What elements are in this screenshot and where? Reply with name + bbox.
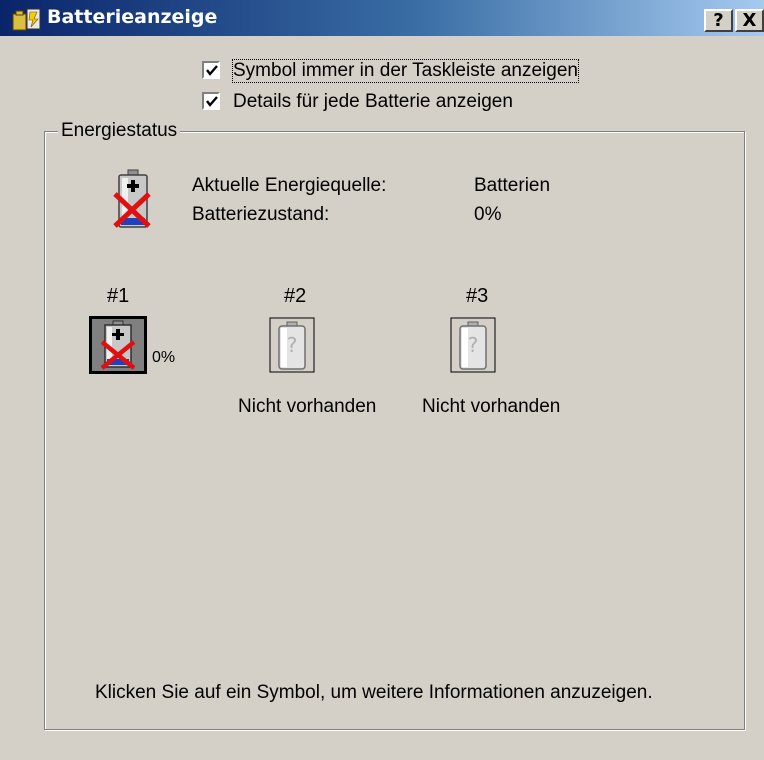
checkmark-icon — [206, 65, 218, 76]
window-title: Batterieanzeige — [47, 6, 218, 28]
battery-3-number: #3 — [466, 285, 489, 307]
battery-3-button[interactable]: ? — [449, 316, 507, 374]
battery-3-status: Nicht vorhanden — [422, 396, 561, 417]
battery-critical-icon — [113, 168, 153, 230]
footer-hint: Klicken Sie auf ein Symbol, um weitere I… — [95, 682, 653, 703]
current-source-value: Batterien — [474, 175, 551, 196]
battery-2-button[interactable]: ? — [268, 316, 326, 374]
show-in-taskbar-checkbox[interactable] — [202, 61, 220, 79]
power-meter-app-icon[interactable] — [12, 6, 42, 32]
close-button[interactable]: X — [735, 9, 764, 32]
title-bar[interactable]: Batterieanzeige ? X — [0, 0, 764, 36]
svg-text:?: ? — [468, 333, 479, 357]
battery-state-label: Batteriezustand: — [192, 204, 330, 225]
battery-1-number: #1 — [107, 285, 130, 307]
battery-absent-icon: ? — [450, 317, 496, 373]
energy-status-group-label: Energiestatus — [58, 120, 181, 142]
show-details-checkbox[interactable] — [202, 92, 220, 110]
battery-1-button[interactable] — [89, 316, 147, 374]
battery-2-status: Nicht vorhanden — [238, 396, 377, 417]
battery-1-status: 0% — [152, 349, 176, 366]
show-details-label[interactable]: Details für jede Batterie anzeigen — [233, 91, 513, 113]
current-source-label: Aktuelle Energiequelle: — [192, 175, 387, 196]
battery-state-value: 0% — [474, 204, 502, 225]
battery-absent-icon: ? — [269, 317, 315, 373]
svg-text:?: ? — [287, 333, 298, 357]
battery-2-number: #2 — [284, 285, 307, 307]
checkmark-icon — [206, 96, 218, 107]
help-button[interactable]: ? — [704, 9, 733, 32]
show-in-taskbar-label[interactable]: Symbol immer in der Taskleiste anzeigen — [232, 59, 579, 83]
battery-empty-critical-icon — [101, 320, 135, 370]
